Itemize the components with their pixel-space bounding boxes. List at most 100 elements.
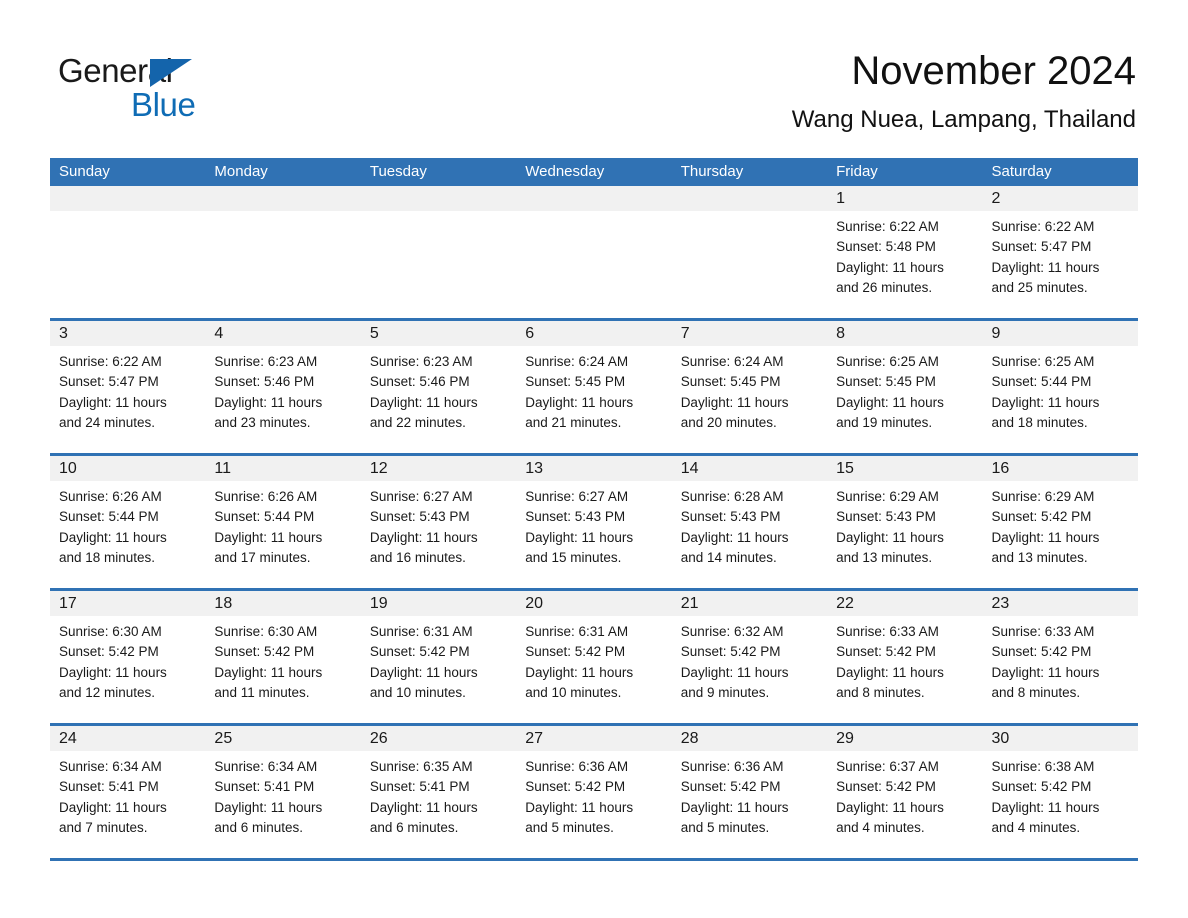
calendar-day-cell[interactable]: 28 Sunrise: 6:36 AM Sunset: 5:42 PM Dayligh… bbox=[671, 726, 828, 858]
daylight-duration-line1: Daylight: 11 hours bbox=[214, 529, 323, 545]
calendar-day-cell[interactable]: 18 Sunrise: 6:30 AM Sunset: 5:42 PM Dayligh… bbox=[205, 591, 361, 723]
calendar-day-cell[interactable]: 15 Sunrise: 6:29 AM Sunset: 5:43 PM Dayligh… bbox=[827, 456, 983, 588]
calendar-day-cell[interactable]: 24 Sunrise: 6:34 AM Sunset: 5:41 PM Dayligh… bbox=[50, 726, 206, 858]
calendar-day-cell[interactable]: 14 Sunrise: 6:28 AM Sunset: 5:43 PM Dayligh… bbox=[671, 456, 828, 588]
calendar-day-cell[interactable]: 22 Sunrise: 6:33 AM Sunset: 5:42 PM Dayligh… bbox=[827, 591, 983, 723]
daylight-duration-line1: Daylight: 11 hours bbox=[59, 799, 167, 815]
calendar-day-cell[interactable]: 19 Sunrise: 6:31 AM Sunset: 5:42 PM Dayligh… bbox=[360, 591, 517, 723]
daylight-duration-line2: and 11 minutes. bbox=[214, 684, 310, 700]
sunset-time: Sunset: 5:42 PM bbox=[59, 644, 159, 660]
day-number-strip: 30 bbox=[982, 726, 1138, 751]
day-number-strip: 15 bbox=[827, 456, 983, 481]
sunset-time: Sunset: 5:42 PM bbox=[991, 509, 1092, 525]
calendar-day-cell[interactable]: 20 Sunrise: 6:31 AM Sunset: 5:42 PM Dayligh… bbox=[516, 591, 672, 723]
sunset-time: Sunset: 5:42 PM bbox=[525, 779, 626, 795]
day-number: 13 bbox=[525, 460, 544, 477]
generalblue-logo[interactable]: General Blue bbox=[58, 52, 358, 132]
day-number: 19 bbox=[369, 595, 388, 612]
daylight-duration-line2: and 8 minutes. bbox=[836, 684, 925, 700]
calendar-day-cell[interactable]: 30 Sunrise: 6:38 AM Sunset: 5:42 PM Dayligh… bbox=[982, 726, 1138, 858]
calendar-day-cell[interactable]: 27 Sunrise: 6:36 AM Sunset: 5:42 PM Dayligh… bbox=[516, 726, 672, 858]
sunrise-time: Sunrise: 6:33 AM bbox=[991, 624, 1095, 639]
weekday-header-row: Sunday Monday Tuesday Wednesday Thursday Frid… bbox=[50, 158, 1138, 186]
day-number-strip: 29 bbox=[827, 726, 983, 751]
calendar-day-cell[interactable]: 12 Sunrise: 6:27 AM Sunset: 5:43 PM Dayligh… bbox=[360, 456, 517, 588]
day-sun-info: Sunrise: 6:23 AM Sunset: 5:46 PM Daylight:… bbox=[361, 346, 516, 433]
day-number-strip: 4 bbox=[205, 321, 361, 346]
calendar-day-cell[interactable]: 5 Sunrise: 6:23 AM Sunset: 5:46 PM Daylight… bbox=[360, 321, 517, 453]
day-number: 1 bbox=[836, 190, 846, 207]
daylight-duration-line1: Daylight: 11 hours bbox=[59, 529, 167, 545]
calendar-day-cell[interactable]: 2 Sunrise: 6:22 AM Sunset: 5:47 PM Daylight… bbox=[982, 186, 1138, 318]
blue-triangle-icon bbox=[150, 59, 192, 87]
calendar-day-cell[interactable]: 1 Sunrise: 6:22 AM Sunset: 5:48 PM Daylight… bbox=[827, 186, 983, 318]
daylight-duration-line2: and 13 minutes. bbox=[991, 549, 1088, 565]
sunset-time: Sunset: 5:42 PM bbox=[991, 779, 1092, 795]
day-number-strip: 10 bbox=[50, 456, 206, 481]
calendar-day-cell[interactable]: 25 Sunrise: 6:34 AM Sunset: 5:41 PM Dayligh… bbox=[205, 726, 361, 858]
day-sun-info: Sunrise: 6:26 AM Sunset: 5:44 PM Daylight:… bbox=[50, 481, 205, 568]
calendar-day-cell[interactable]: 6 Sunrise: 6:24 AM Sunset: 5:45 PM Daylight… bbox=[516, 321, 672, 453]
day-number: 29 bbox=[836, 730, 854, 747]
day-sun-info: Sunrise: 6:26 AM Sunset: 5:44 PM Daylight:… bbox=[205, 481, 360, 568]
day-number: 8 bbox=[836, 325, 846, 342]
day-number-strip bbox=[360, 186, 517, 211]
calendar-day-cell[interactable]: 16 Sunrise: 6:29 AM Sunset: 5:42 PM Dayligh… bbox=[982, 456, 1138, 588]
sunrise-time: Sunrise: 6:32 AM bbox=[680, 624, 784, 639]
day-sun-info: Sunrise: 6:31 AM Sunset: 5:42 PM Daylight:… bbox=[361, 616, 516, 703]
calendar-day-cell[interactable]: 4 Sunrise: 6:23 AM Sunset: 5:46 PM Daylight… bbox=[205, 321, 361, 453]
calendar-week-row: 24 Sunrise: 6:34 AM Sunset: 5:41 PM Dayligh… bbox=[50, 723, 1138, 858]
sunrise-time: Sunrise: 6:36 AM bbox=[525, 759, 629, 774]
calendar-day-cell[interactable]: 13 Sunrise: 6:27 AM Sunset: 5:43 PM Dayligh… bbox=[516, 456, 672, 588]
day-number-strip bbox=[205, 186, 361, 211]
day-number: 12 bbox=[369, 460, 388, 477]
day-number: 27 bbox=[525, 730, 544, 747]
day-number: 4 bbox=[214, 325, 224, 342]
calendar-day-cell[interactable]: 3 Sunrise: 6:22 AM Sunset: 5:47 PM Daylight… bbox=[50, 321, 206, 453]
day-sun-info: Sunrise: 6:22 AM Sunset: 5:47 PM Daylight:… bbox=[983, 211, 1138, 298]
day-number-strip: 26 bbox=[360, 726, 517, 751]
sunset-time: Sunset: 5:41 PM bbox=[369, 779, 470, 795]
daylight-duration-line1: Daylight: 11 hours bbox=[991, 394, 1100, 410]
calendar-day-cell[interactable]: 23 Sunrise: 6:33 AM Sunset: 5:42 PM Dayligh… bbox=[982, 591, 1138, 723]
sunset-time: Sunset: 5:42 PM bbox=[214, 644, 315, 660]
daylight-duration-line1: Daylight: 11 hours bbox=[836, 664, 944, 680]
calendar-day-cell[interactable]: 21 Sunrise: 6:32 AM Sunset: 5:42 PM Dayligh… bbox=[671, 591, 828, 723]
daylight-duration-line1: Daylight: 11 hours bbox=[836, 394, 944, 410]
calendar-day-cell[interactable]: 11 Sunrise: 6:26 AM Sunset: 5:44 PM Dayligh… bbox=[205, 456, 361, 588]
sunrise-time: Sunrise: 6:29 AM bbox=[836, 489, 939, 504]
day-sun-info: Sunrise: 6:28 AM Sunset: 5:43 PM Daylight:… bbox=[672, 481, 827, 568]
day-sun-info: Sunrise: 6:22 AM Sunset: 5:48 PM Daylight:… bbox=[827, 211, 982, 298]
calendar-day-cell[interactable]: 17 Sunrise: 6:30 AM Sunset: 5:42 PM Dayligh… bbox=[50, 591, 206, 723]
daylight-duration-line2: and 8 minutes. bbox=[991, 684, 1081, 700]
calendar-day-cell[interactable]: 9 Sunrise: 6:25 AM Sunset: 5:44 PM Daylight… bbox=[982, 321, 1138, 453]
daylight-duration-line2: and 20 minutes. bbox=[680, 414, 777, 430]
day-number: 16 bbox=[991, 460, 1010, 477]
sunrise-time: Sunrise: 6:30 AM bbox=[214, 624, 318, 639]
daylight-duration-line1: Daylight: 11 hours bbox=[369, 394, 478, 410]
sunrise-time: Sunrise: 6:36 AM bbox=[680, 759, 784, 774]
calendar-day-cell[interactable]: 8 Sunrise: 6:25 AM Sunset: 5:45 PM Daylight… bbox=[827, 321, 983, 453]
sunrise-time: Sunrise: 6:34 AM bbox=[59, 759, 162, 774]
daylight-duration-line1: Daylight: 11 hours bbox=[991, 259, 1100, 275]
day-number-strip: 17 bbox=[50, 591, 206, 616]
day-number-strip: 6 bbox=[516, 321, 672, 346]
daylight-duration-line2: and 24 minutes. bbox=[59, 414, 156, 430]
sunset-time: Sunset: 5:41 PM bbox=[214, 779, 315, 795]
sunrise-time: Sunrise: 6:27 AM bbox=[369, 489, 473, 504]
sunset-time: Sunset: 5:48 PM bbox=[836, 239, 936, 255]
grid-bottom-border bbox=[50, 858, 1138, 861]
calendar-day-cell[interactable]: 26 Sunrise: 6:35 AM Sunset: 5:41 PM Dayligh… bbox=[360, 726, 517, 858]
day-number: 7 bbox=[680, 325, 690, 342]
daylight-duration-line2: and 5 minutes. bbox=[680, 819, 770, 835]
day-number: 30 bbox=[991, 730, 1010, 747]
calendar-day-cell[interactable]: 29 Sunrise: 6:37 AM Sunset: 5:42 PM Dayligh… bbox=[827, 726, 983, 858]
calendar-day-cell[interactable]: 10 Sunrise: 6:26 AM Sunset: 5:44 PM Dayligh… bbox=[50, 456, 206, 588]
day-number-strip bbox=[671, 186, 828, 211]
calendar-day-cell[interactable]: 7 Sunrise: 6:24 AM Sunset: 5:45 PM Daylight… bbox=[671, 321, 828, 453]
day-number: 15 bbox=[836, 460, 854, 477]
sunrise-time: Sunrise: 6:26 AM bbox=[214, 489, 318, 504]
calendar-week-row: 3 Sunrise: 6:22 AM Sunset: 5:47 PM Daylight… bbox=[50, 318, 1138, 453]
day-number: 6 bbox=[525, 325, 535, 342]
day-number-strip: 27 bbox=[516, 726, 672, 751]
